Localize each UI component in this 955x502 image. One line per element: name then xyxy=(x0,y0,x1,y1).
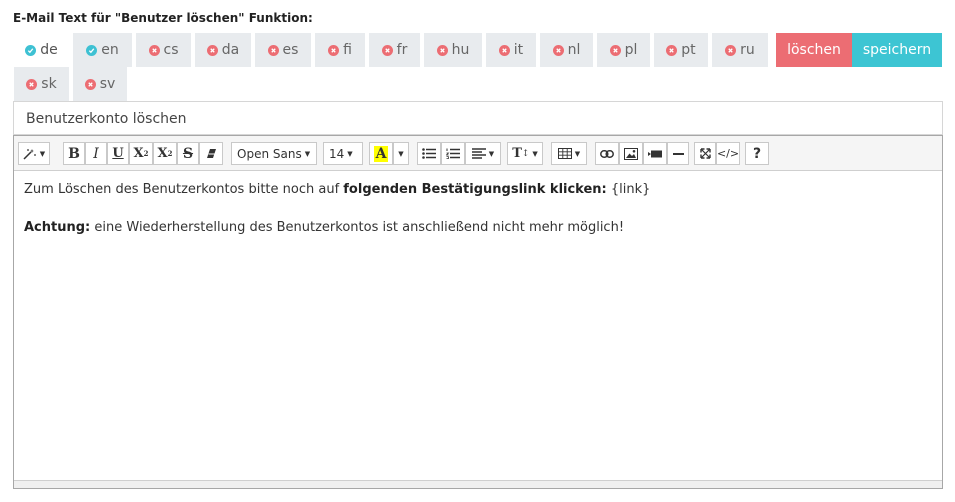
body-text: eine Wiederherstellung des Benutzerkonto… xyxy=(90,220,625,235)
strikethrough-icon[interactable]: S xyxy=(177,142,199,165)
section-heading: E-Mail Text für "Benutzer löschen" Funkt… xyxy=(13,11,313,25)
font-family-select[interactable]: Open Sans ▼ xyxy=(231,142,317,165)
font-color-icon[interactable]: A xyxy=(369,142,393,165)
table-icon[interactable]: ▼ xyxy=(551,142,587,165)
tab-lang-nl[interactable]: nl xyxy=(540,33,593,67)
subscript-icon[interactable]: X2 xyxy=(153,142,177,165)
tab-lang-fr[interactable]: fr xyxy=(369,33,420,67)
tab-label: fr xyxy=(396,42,408,58)
close-circle-icon xyxy=(328,44,340,56)
tab-label: ru xyxy=(740,42,755,58)
tab-lang-cs[interactable]: cs xyxy=(136,33,191,67)
font-family-value: Open Sans xyxy=(237,146,302,161)
link-placeholder: {link} xyxy=(606,182,651,197)
tab-lang-da[interactable]: da xyxy=(195,33,251,67)
tab-label: nl xyxy=(567,42,581,58)
tab-lang-ru[interactable]: ru xyxy=(712,33,768,67)
superscript-icon[interactable]: X2 xyxy=(129,142,153,165)
image-icon[interactable] xyxy=(619,142,643,165)
save-button[interactable]: speichern xyxy=(852,33,942,67)
tab-lang-es[interactable]: es xyxy=(255,33,311,67)
tab-label: pl xyxy=(624,42,638,58)
close-circle-icon xyxy=(498,44,510,56)
editor-toolbar: ▼ B I U X2 X2 S Open Sans ▼ 14 ▼ A ▼ ▼ T ↕ ▼ xyxy=(14,136,942,171)
close-circle-icon xyxy=(666,44,678,56)
resize-bar[interactable] xyxy=(14,480,942,488)
body-line-2: Achtung: eine Wiederherstellung des Benu… xyxy=(24,220,932,236)
horizontal-rule-icon[interactable] xyxy=(667,142,689,165)
code-view-icon[interactable]: </> xyxy=(716,142,740,165)
tab-label: de xyxy=(40,42,58,58)
close-circle-icon xyxy=(84,78,96,90)
italic-icon[interactable]: I xyxy=(85,142,107,165)
close-circle-icon xyxy=(206,44,218,56)
close-circle-icon xyxy=(148,44,160,56)
bold-icon[interactable]: B xyxy=(63,142,85,165)
tab-lang-sk[interactable]: sk xyxy=(14,67,69,101)
editor-content[interactable]: Zum Löschen des Benutzerkontos bitte noc… xyxy=(24,182,932,236)
tab-lang-pt[interactable]: pt xyxy=(654,33,708,67)
tab-lang-fi[interactable]: fi xyxy=(315,33,365,67)
tab-lang-en[interactable]: en xyxy=(73,33,132,67)
video-icon[interactable] xyxy=(643,142,667,165)
body-line-1: Zum Löschen des Benutzerkontos bitte noc… xyxy=(24,182,932,198)
delete-button[interactable]: löschen xyxy=(776,33,852,67)
close-circle-icon xyxy=(267,44,279,56)
tab-label: hu xyxy=(451,42,470,58)
ordered-list-icon[interactable] xyxy=(441,142,465,165)
subject-field[interactable]: Benutzerkonto löschen xyxy=(13,101,943,135)
rich-text-editor: ▼ B I U X2 X2 S Open Sans ▼ 14 ▼ A ▼ ▼ T ↕ ▼ xyxy=(13,135,943,489)
tab-lang-de[interactable]: de xyxy=(14,33,69,67)
check-icon xyxy=(86,44,98,56)
tab-label: pt xyxy=(681,42,696,58)
close-circle-icon xyxy=(436,44,448,56)
magic-style-icon[interactable]: ▼ xyxy=(18,142,50,165)
tab-lang-pl[interactable]: pl xyxy=(597,33,650,67)
warning-label: Achtung: xyxy=(24,220,91,235)
line-height-icon[interactable]: T ↕ ▼ xyxy=(507,142,543,165)
eraser-icon[interactable] xyxy=(199,142,223,165)
link-icon[interactable] xyxy=(595,142,619,165)
color-dropdown-icon[interactable]: ▼ xyxy=(393,142,409,165)
tab-label: en xyxy=(101,42,119,58)
help-icon[interactable]: ? xyxy=(745,142,769,165)
tab-label: fi xyxy=(343,42,352,58)
body-bold-text: folgenden Bestätigungslink klicken: xyxy=(343,182,607,197)
close-circle-icon xyxy=(725,44,737,56)
paragraph-align-icon[interactable]: ▼ xyxy=(465,142,501,165)
close-circle-icon xyxy=(609,44,621,56)
tab-label: cs xyxy=(163,42,179,58)
tab-label: it xyxy=(513,42,524,58)
close-circle-icon xyxy=(26,78,38,90)
unordered-list-icon[interactable] xyxy=(417,142,441,165)
tab-lang-sv[interactable]: sv xyxy=(73,67,127,101)
body-text: Zum Löschen des Benutzerkontos bitte noc… xyxy=(24,182,344,197)
close-circle-icon xyxy=(381,44,393,56)
tab-label: es xyxy=(282,42,299,58)
check-icon xyxy=(25,44,37,56)
close-circle-icon xyxy=(552,44,564,56)
fullscreen-icon[interactable] xyxy=(694,142,716,165)
tab-label: sk xyxy=(41,76,57,92)
tab-lang-it[interactable]: it xyxy=(486,33,536,67)
font-size-value: 14 xyxy=(329,146,345,161)
underline-icon[interactable]: U xyxy=(107,142,129,165)
font-size-select[interactable]: 14 ▼ xyxy=(323,142,363,165)
tab-label: sv xyxy=(99,76,116,92)
tab-label: da xyxy=(221,42,240,58)
tab-lang-hu[interactable]: hu xyxy=(424,33,482,67)
